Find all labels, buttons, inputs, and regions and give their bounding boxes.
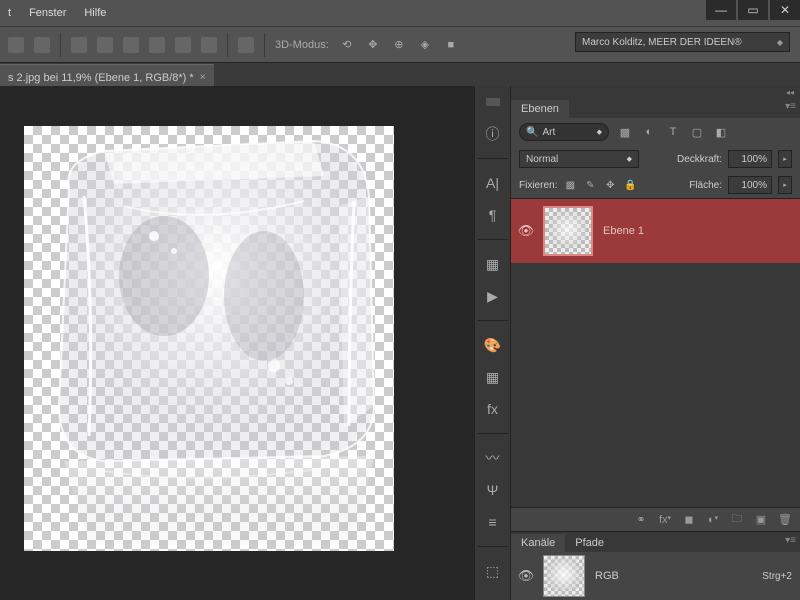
pan-icon[interactable]: ✥ xyxy=(365,37,381,53)
window-maximize-button[interactable]: ▭ xyxy=(738,0,768,20)
tab-title: s 2.jpg bei 11,9% (Ebene 1, RGB/8*) * xyxy=(8,72,194,84)
camera-icon[interactable]: ■ xyxy=(443,37,459,53)
tab-channels[interactable]: Kanäle xyxy=(511,534,565,552)
menu-bar: t Fenster Hilfe — ▭ ✕ xyxy=(0,0,800,26)
close-icon[interactable]: × xyxy=(200,72,206,83)
chevron-icon: ◆ xyxy=(597,128,602,136)
styles-icon[interactable]: fx xyxy=(483,399,503,419)
filter-shape-icon[interactable]: ▢ xyxy=(689,124,705,140)
layer-list[interactable]: 👁 Ebene 1 xyxy=(511,198,800,507)
distribute-icon[interactable] xyxy=(238,37,254,53)
channel-row[interactable]: 👁 RGB Strg+2 xyxy=(511,552,800,600)
fill-flyout[interactable]: ▸ xyxy=(778,176,792,194)
chevron-down-icon: ◆ xyxy=(627,155,632,163)
opacity-input[interactable]: 100% xyxy=(728,150,772,168)
actions-icon[interactable]: ▦ xyxy=(483,254,503,274)
align-right-icon[interactable] xyxy=(201,37,217,53)
fill-label: Fläche: xyxy=(689,180,722,191)
fx-icon[interactable]: fx▾ xyxy=(658,514,672,526)
channel-shortcut: Strg+2 xyxy=(762,571,792,582)
character-icon[interactable]: A| xyxy=(483,173,503,193)
document-tabs: s 2.jpg bei 11,9% (Ebene 1, RGB/8*) * × xyxy=(0,62,800,86)
channel-name: RGB xyxy=(595,570,619,582)
window-minimize-button[interactable]: — xyxy=(706,0,736,20)
document-tab[interactable]: s 2.jpg bei 11,9% (Ebene 1, RGB/8*) * × xyxy=(0,64,214,86)
menu-help[interactable]: Hilfe xyxy=(84,7,106,19)
lock-position-icon[interactable]: ✥ xyxy=(603,178,617,192)
align-bottom-icon[interactable] xyxy=(123,37,139,53)
canvas[interactable] xyxy=(24,126,394,551)
paragraph-icon[interactable]: ¶ xyxy=(483,205,503,225)
group-icon[interactable]: 🗀 xyxy=(730,510,744,529)
trash-icon[interactable]: 🗑 xyxy=(778,513,792,526)
scale-icon[interactable]: ◈ xyxy=(417,37,433,53)
panel-menu-icon[interactable]: ▾≡ xyxy=(785,101,796,112)
opacity-flyout[interactable]: ▸ xyxy=(778,150,792,168)
orbit-icon[interactable]: ⟲ xyxy=(339,37,355,53)
cube-icon[interactable]: ⬚ xyxy=(483,561,503,581)
align-vcenter-icon[interactable] xyxy=(97,37,113,53)
lock-pixels-icon[interactable]: ✎ xyxy=(583,178,597,192)
move-icon[interactable]: ⊕ xyxy=(391,37,407,53)
layer-filter[interactable]: 🔍 Art ◆ xyxy=(519,123,609,141)
lock-transparency-icon[interactable]: ▩ xyxy=(563,178,577,192)
layer-name[interactable]: Ebene 1 xyxy=(603,225,644,237)
filter-type-icon[interactable]: T xyxy=(665,124,681,140)
mode-label: 3D-Modus: xyxy=(275,39,329,51)
panel-menu-icon[interactable]: ▾≡ xyxy=(785,535,796,546)
workspace-switcher[interactable]: Marco Kolditz, MEER DER IDEEN® ◆ xyxy=(575,32,790,52)
search-icon: 🔍 xyxy=(526,127,538,138)
options-bar: 3D-Modus: ⟲ ✥ ⊕ ◈ ■ Marco Kolditz, MEER … xyxy=(0,26,800,62)
brush-icon[interactable]: 〰 xyxy=(483,448,503,468)
channel-thumbnail[interactable] xyxy=(543,555,585,597)
lock-label: Fixieren: xyxy=(519,180,557,191)
panel-group: ◂◂ Ebenen ▾≡ 🔍 Art ◆ ▩ ◐ T ▢ ◧ Normal ◆ … xyxy=(510,86,800,600)
collapsed-panel-dock: ⓘ A| ¶ ▦ ▶ 🎨 ▦ fx 〰 Ψ ≡ ⬚ xyxy=(474,86,510,600)
grid-icon[interactable]: ▦ xyxy=(483,367,503,387)
menu-item: t xyxy=(8,7,11,19)
blend-mode-select[interactable]: Normal ◆ xyxy=(519,150,639,168)
opacity-label: Deckkraft: xyxy=(677,154,722,165)
filter-adjust-icon[interactable]: ◐ xyxy=(641,124,657,140)
fill-input[interactable]: 100% xyxy=(728,176,772,194)
align-hcenter-icon[interactable] xyxy=(175,37,191,53)
fork-icon[interactable]: Ψ xyxy=(483,480,503,500)
info-icon[interactable]: ⓘ xyxy=(483,124,503,144)
filter-label: Art xyxy=(542,127,555,138)
channels-tabs: Kanäle Pfade ▾≡ xyxy=(511,532,800,552)
tab-layers[interactable]: Ebenen xyxy=(511,100,569,118)
filter-pixel-icon[interactable]: ▩ xyxy=(617,124,633,140)
play-icon[interactable]: ▶ xyxy=(483,286,503,306)
chevron-icon: ◆ xyxy=(777,38,783,47)
adjustment-icon[interactable]: ◐▾ xyxy=(706,514,720,526)
layer-row[interactable]: 👁 Ebene 1 xyxy=(511,199,800,263)
new-layer-icon[interactable]: ▣ xyxy=(754,513,768,526)
canvas-area[interactable] xyxy=(0,86,474,600)
swatches-icon[interactable]: 🎨 xyxy=(483,335,503,355)
expand-icon[interactable] xyxy=(486,98,500,106)
align-top-icon[interactable] xyxy=(71,37,87,53)
layer-thumbnail[interactable] xyxy=(543,206,593,256)
visibility-icon[interactable]: 👁 xyxy=(519,224,533,238)
ice-cube-image xyxy=(24,126,394,551)
tab-paths[interactable]: Pfade xyxy=(565,534,614,552)
align-icon[interactable] xyxy=(34,37,50,53)
panel-tabs: Ebenen ▾≡ xyxy=(511,98,800,118)
link-icon[interactable]: ⚭ xyxy=(634,513,648,526)
collapse-icon[interactable]: ◂◂ xyxy=(786,88,794,97)
layers-footer: ⚭ fx▾ ◼ ◐▾ 🗀 ▣ 🗑 xyxy=(511,507,800,531)
align-left-icon[interactable] xyxy=(149,37,165,53)
align-icon[interactable] xyxy=(8,37,24,53)
filter-smart-icon[interactable]: ◧ xyxy=(713,124,729,140)
workspace-name: Marco Kolditz, MEER DER IDEEN® xyxy=(582,37,742,48)
adjust-icon[interactable]: ≡ xyxy=(483,512,503,532)
menu-window[interactable]: Fenster xyxy=(29,7,66,19)
lock-all-icon[interactable]: 🔒 xyxy=(623,178,637,192)
visibility-icon[interactable]: 👁 xyxy=(519,569,533,583)
mask-icon[interactable]: ◼ xyxy=(682,513,696,526)
window-close-button[interactable]: ✕ xyxy=(770,0,800,20)
